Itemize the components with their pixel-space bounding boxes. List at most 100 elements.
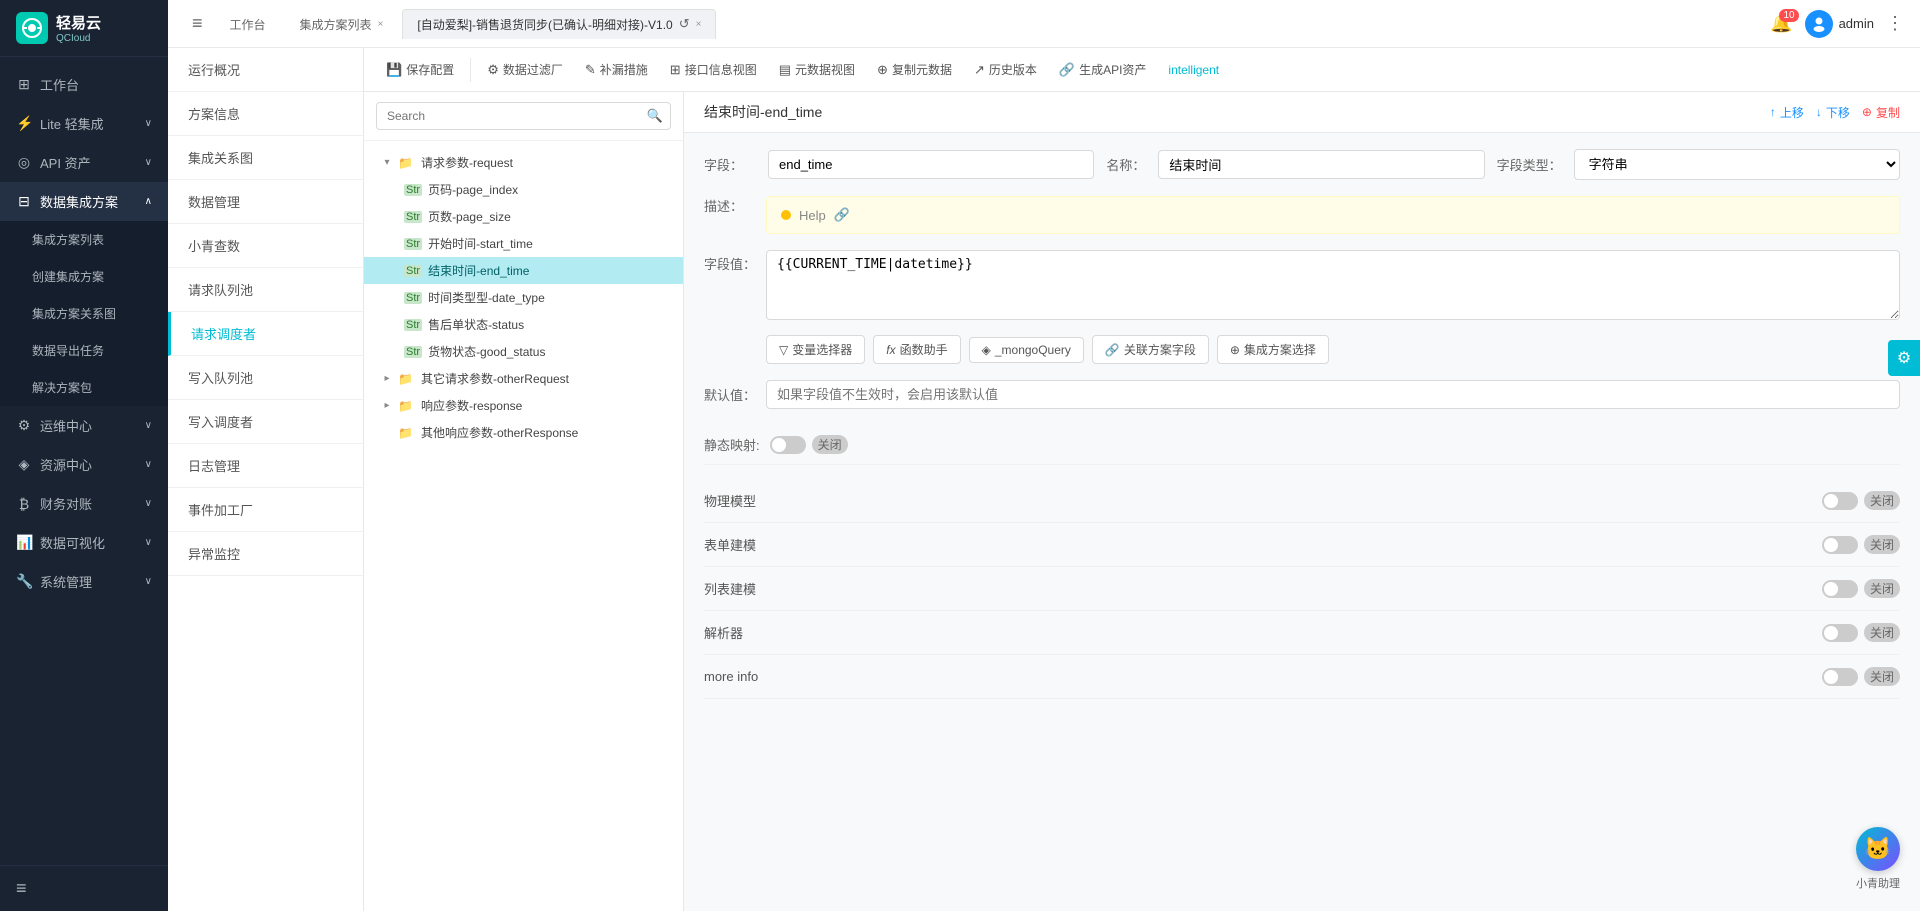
gear-button[interactable]: ⚙ [1888,340,1920,376]
tree-arrow-request[interactable]: ▾ [380,157,394,168]
tree-node-date-type[interactable]: Str 时间类型型-date_type [364,284,683,311]
operations-icon: ⚙ [16,417,32,434]
user-info[interactable]: admin [1805,10,1874,38]
folder-icon-other-response: 📁 [398,426,413,440]
link-field-button[interactable]: 🔗 关联方案字段 [1092,335,1209,364]
intelligent-button[interactable]: intelligent [1158,58,1229,82]
sidebar-collapse-icon[interactable]: ≡ [16,878,27,898]
desc-label: 描述： [704,196,756,215]
tree-node-start-time[interactable]: Str 开始时间-start_time [364,230,683,257]
static-map-toggle[interactable] [770,436,806,454]
tree-node-status[interactable]: Str 售后单状态-status [364,311,683,338]
left-panel-request-dispatcher[interactable]: 请求调度者 [168,312,363,356]
save-config-button[interactable]: 💾 保存配置 [376,56,464,83]
tree-node-other-response[interactable]: ▸ 📁 其他响应参数-otherResponse [364,419,683,446]
sidebar-item-data-viz[interactable]: 📊 数据可视化 ∨ [0,523,168,562]
tab-integration-list[interactable]: 集成方案列表 × [285,9,399,39]
left-panel-integration-map[interactable]: 集成关系图 [168,136,363,180]
field-type-select[interactable]: 字符串 整数 浮点数 布尔值 日期 对象 数组 [1574,149,1900,180]
notification-btn[interactable]: 🔔 10 [1770,13,1792,34]
copy-data-button[interactable]: ⊕ 复制元数据 [867,56,962,83]
more-info-toggle[interactable] [1822,668,1858,686]
left-panel-write-dispatcher[interactable]: 写入调度者 [168,400,363,444]
left-panel-data-mgmt[interactable]: 数据管理 [168,180,363,224]
copy-field-button[interactable]: ⊕ 复制 [1862,104,1900,121]
left-panel-event-factory[interactable]: 事件加工厂 [168,488,363,532]
tree-search-wrapper: 🔍 [376,102,671,130]
sidebar-item-integration-relation[interactable]: 集成方案关系图 [0,295,168,332]
sidebar-item-data-export[interactable]: 数据导出任务 [0,332,168,369]
data-filter-button[interactable]: ⚙ 数据过滤厂 [477,56,573,83]
field-type-label: 字段类型： [1497,155,1562,174]
left-panel-exception-monitor[interactable]: 异常监控 [168,532,363,576]
tab-integration-list-close[interactable]: × [378,19,384,30]
sidebar-item-operations[interactable]: ⚙ 运维中心 ∨ [0,406,168,445]
left-panel-log-mgmt[interactable]: 日志管理 [168,444,363,488]
tree-node-response[interactable]: ▸ 📁 响应参数-response [364,392,683,419]
help-link[interactable]: 🔗 [834,207,850,223]
history-button[interactable]: ↗ 历史版本 [964,56,1047,83]
physical-model-toggle[interactable] [1822,492,1858,510]
form-builder-row: 表单建模 关闭 [704,523,1900,567]
topbar-menu-icon[interactable]: ≡ [184,9,211,38]
move-down-button[interactable]: ↓ 下移 [1816,104,1850,121]
sidebar-item-integration-list[interactable]: 集成方案列表 [0,221,168,258]
tree-node-page-size[interactable]: Str 页数-page_size [364,203,683,230]
xiao-qing-label: 小青助理 [1856,875,1900,891]
parser-toggle[interactable] [1822,624,1858,642]
meta-view-button[interactable]: ▤ 元数据视图 [769,56,865,83]
left-panel-xiao-qing[interactable]: 小青查数 [168,224,363,268]
tree-arrow-response[interactable]: ▸ [380,400,394,411]
tab-workbench[interactable]: 工作台 [215,9,281,39]
left-panel-request-queue[interactable]: 请求队列池 [168,268,363,312]
mongo-query-button[interactable]: ◈ _mongoQuery [969,337,1084,363]
function-helper-button[interactable]: fx 函数助手 [873,335,960,364]
tree-node-page-index[interactable]: Str 页码-page_index [364,176,683,203]
more-icon[interactable]: ⋮ [1886,13,1904,34]
refresh-icon[interactable]: ↺ [679,16,690,32]
generate-api-button[interactable]: 🔗 生成API资产 [1049,56,1157,83]
sidebar-footer[interactable]: ≡ [0,865,168,911]
move-up-button[interactable]: ↑ 上移 [1770,104,1804,121]
sidebar-item-solution-package[interactable]: 解决方案包 [0,369,168,406]
sidebar-item-system[interactable]: 🔧 系统管理 ∨ [0,562,168,601]
tree-arrow-other-request[interactable]: ▸ [380,373,394,384]
default-value-input[interactable] [766,380,1900,409]
tab-workbench-label: 工作台 [230,16,266,33]
left-panel-overview[interactable]: 运行概况 [168,48,363,92]
xiao-qing-button[interactable]: 🐱 [1856,827,1900,871]
operations-arrow: ∨ [145,420,152,431]
sidebar-item-lite[interactable]: ⚡ Lite 轻集成 ∨ [0,104,168,143]
search-input[interactable] [376,102,671,130]
tree-node-end-time[interactable]: Str 结束时间-end_time [364,257,683,284]
left-panel-write-queue[interactable]: 写入队列池 [168,356,363,400]
field-label: 字段： [704,155,756,174]
variable-selector-button[interactable]: ▽ 变量选择器 [766,335,865,364]
left-panel-plan-info[interactable]: 方案信息 [168,92,363,136]
name-input[interactable] [1158,150,1484,179]
interface-icon: ⊞ [670,62,681,78]
list-builder-toggle[interactable] [1822,580,1858,598]
sidebar-item-create-integration[interactable]: 创建集成方案 [0,258,168,295]
sidebar-item-finance[interactable]: ₿ 财务对账 ∨ [0,484,168,523]
logo-area[interactable]: 轻易云 QCIoud [0,0,168,57]
remediation-button[interactable]: ✎ 补漏措施 [575,56,658,83]
field-input[interactable] [768,150,1094,179]
solution-select-button[interactable]: ⊕ 集成方案选择 [1217,335,1329,364]
sidebar-item-workbench[interactable]: ⊞ 工作台 [0,65,168,104]
sidebar-item-api[interactable]: ◎ API 资产 ∨ [0,143,168,182]
lite-arrow: ∨ [145,118,152,129]
tab-main[interactable]: [自动爱梨]-销售退货同步(已确认-明细对接)-V1.0 ↺ × [402,9,716,39]
tree-node-other-request[interactable]: ▸ 📁 其它请求参数-otherRequest [364,365,683,392]
list-builder-text: 关闭 [1864,579,1900,598]
detail-panel: 结束时间-end_time ↑ 上移 ↓ 下移 ⊕ [684,92,1920,911]
detail-actions: ↑ 上移 ↓ 下移 ⊕ 复制 [1770,104,1900,121]
tab-main-close[interactable]: × [696,19,702,30]
tree-node-good-status[interactable]: Str 货物状态-good_status [364,338,683,365]
sidebar-item-resources[interactable]: ◈ 资源中心 ∨ [0,445,168,484]
sidebar-item-data-integration[interactable]: ⊟ 数据集成方案 ∧ [0,182,168,221]
form-builder-toggle[interactable] [1822,536,1858,554]
field-value-input[interactable]: {{CURRENT_TIME|datetime}} [766,250,1900,320]
tree-node-request-params[interactable]: ▾ 📁 请求参数-request [364,149,683,176]
interface-view-button[interactable]: ⊞ 接口信息视图 [660,56,767,83]
